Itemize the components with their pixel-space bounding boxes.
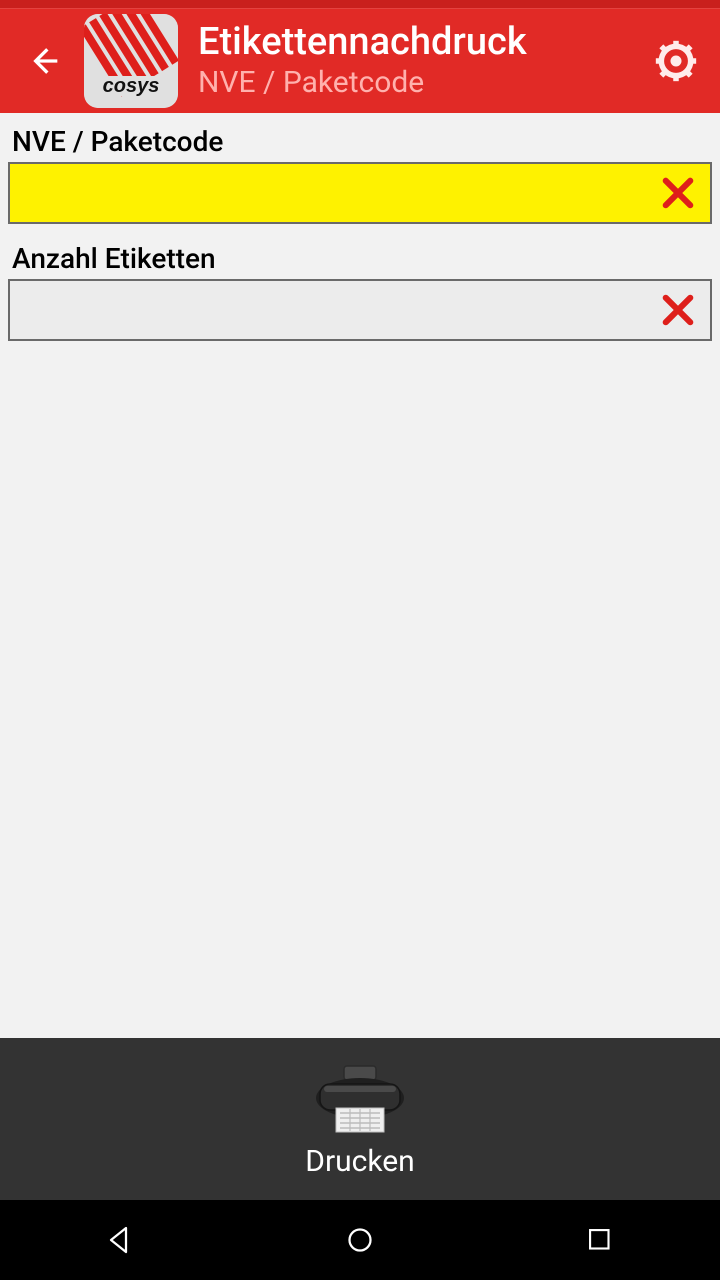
paketcode-field [8, 162, 712, 224]
square-recents-icon [583, 1223, 617, 1257]
nav-back-button[interactable] [70, 1210, 170, 1270]
settings-button[interactable] [650, 35, 702, 87]
anzahl-label: Anzahl Etiketten [12, 242, 712, 275]
circle-home-icon [342, 1222, 378, 1258]
app-logo: cosys [84, 14, 178, 108]
nav-home-button[interactable] [310, 1210, 410, 1270]
triangle-back-icon [102, 1222, 138, 1258]
paketcode-input[interactable] [10, 164, 650, 222]
anzahl-input[interactable] [10, 281, 650, 339]
svg-text:cosys: cosys [103, 75, 160, 97]
status-bar [0, 0, 720, 8]
paketcode-label: NVE / Paketcode [12, 125, 712, 158]
gear-icon [654, 39, 698, 83]
page-subtitle: NVE / Paketcode [198, 65, 650, 100]
paketcode-clear-button[interactable] [650, 166, 706, 220]
page-title: Etikettennachdruck [198, 22, 650, 64]
print-button[interactable]: Drucken [0, 1038, 720, 1200]
paketcode-group: NVE / Paketcode [8, 125, 712, 224]
printer-icon [310, 1060, 410, 1140]
android-nav-bar [0, 1200, 720, 1280]
anzahl-field [8, 279, 712, 341]
anzahl-group: Anzahl Etiketten [8, 242, 712, 341]
arrow-left-icon [24, 41, 64, 81]
close-icon [657, 289, 699, 331]
close-icon [657, 172, 699, 214]
back-button[interactable] [10, 27, 78, 95]
app-header: cosys Etikettennachdruck NVE / Paketcode [0, 8, 720, 113]
form-content: NVE / Paketcode Anzahl Etiketten [0, 113, 720, 1038]
print-label: Drucken [305, 1144, 414, 1179]
nav-recents-button[interactable] [550, 1210, 650, 1270]
barcode-logo-icon: cosys [84, 14, 178, 108]
anzahl-clear-button[interactable] [650, 283, 706, 337]
